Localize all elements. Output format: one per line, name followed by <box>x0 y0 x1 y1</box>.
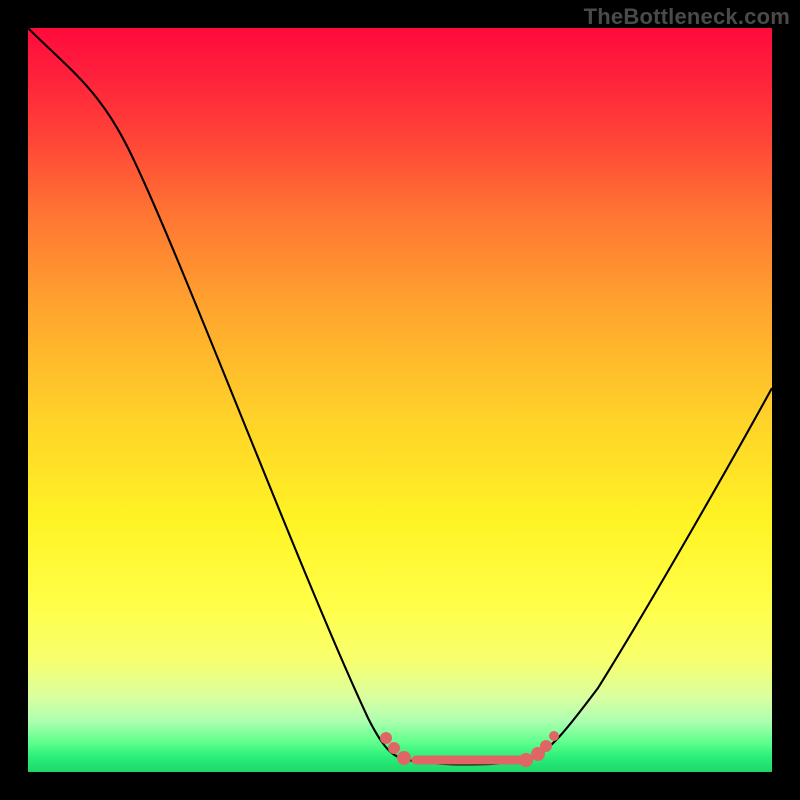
plot-area <box>28 28 772 772</box>
marker-dot <box>549 731 559 741</box>
marker-dot <box>519 753 533 767</box>
chart-svg <box>28 28 772 772</box>
curve-right-branch <box>528 388 772 760</box>
curve-left-branch <box>28 28 408 760</box>
outer-frame: TheBottleneck.com <box>0 0 800 800</box>
marker-dot <box>397 751 411 765</box>
marker-dot <box>380 732 392 744</box>
marker-dot <box>388 742 400 754</box>
marker-dot <box>540 740 552 752</box>
watermark-text: TheBottleneck.com <box>584 4 790 30</box>
